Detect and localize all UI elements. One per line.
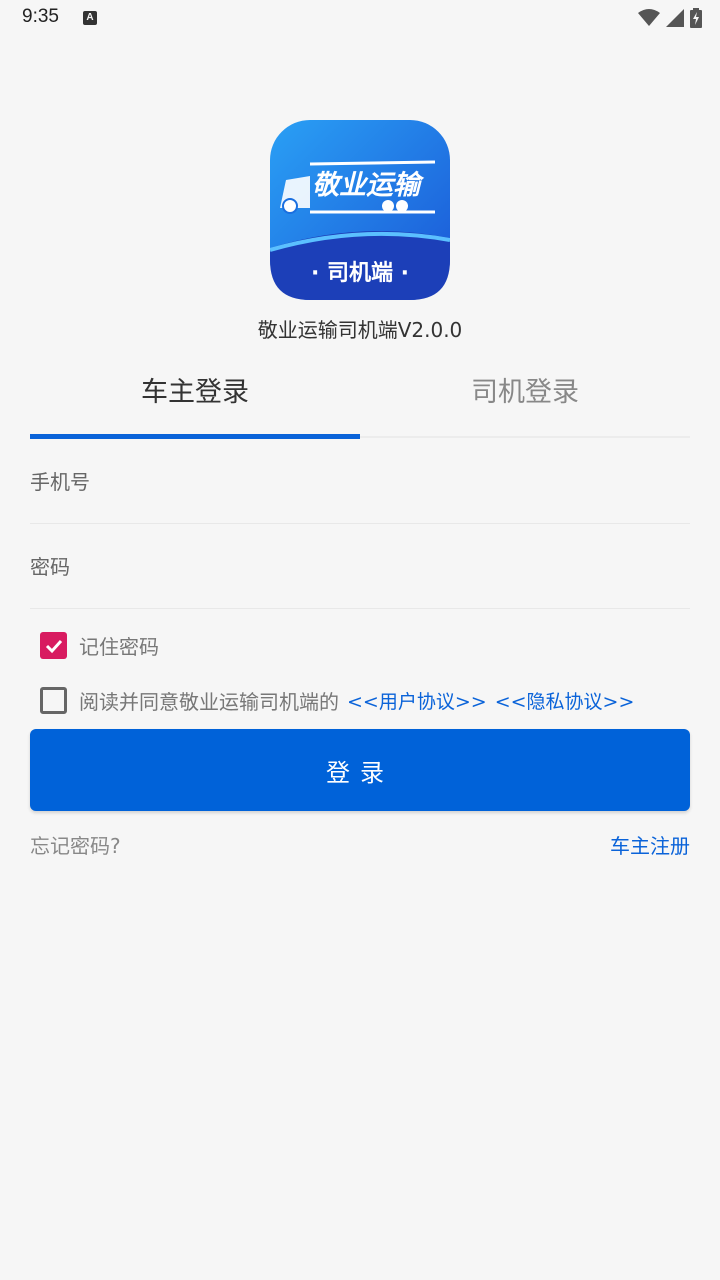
logo-title: 敬业运输 bbox=[312, 170, 425, 201]
logo-subtitle: · 司机端 · bbox=[311, 261, 409, 286]
notification-icon: A bbox=[83, 11, 97, 25]
password-input[interactable] bbox=[30, 525, 690, 608]
wifi-icon bbox=[638, 9, 660, 26]
tab-owner-login[interactable]: 车主登录 bbox=[30, 370, 360, 409]
signal-icon bbox=[666, 9, 684, 27]
remember-password-row[interactable]: 记住密码 bbox=[40, 631, 159, 660]
tab-driver-login[interactable]: 司机登录 bbox=[360, 370, 690, 409]
phone-input[interactable] bbox=[30, 440, 690, 523]
battery-icon bbox=[690, 8, 702, 28]
forgot-password-link[interactable]: 忘记密码? bbox=[30, 830, 121, 859]
checkmark-icon bbox=[45, 639, 62, 653]
status-icons bbox=[638, 8, 702, 28]
password-field bbox=[30, 525, 690, 609]
login-tabs: 车主登录 司机登录 bbox=[30, 360, 690, 440]
agreement-row: 阅读并同意敬业运输司机端的 <<用户协议>> <<隐私协议>> bbox=[40, 686, 634, 715]
remember-password-label: 记住密码 bbox=[79, 635, 159, 659]
status-bar: 9:35 A bbox=[0, 0, 720, 36]
status-time: 9:35 bbox=[22, 6, 59, 27]
tab-indicator bbox=[30, 434, 360, 439]
phone-field bbox=[30, 440, 690, 524]
agreement-checkbox[interactable] bbox=[40, 687, 67, 714]
app-name: 敬业运输司机端V2.0.0 bbox=[257, 318, 463, 342]
user-agreement-link[interactable]: <<用户协议>> bbox=[347, 687, 487, 714]
owner-register-link[interactable]: 车主注册 bbox=[610, 830, 690, 859]
remember-password-checkbox[interactable] bbox=[40, 632, 67, 659]
app-logo: 敬业运输 · 司机端 · bbox=[270, 120, 450, 300]
agreement-label: 阅读并同意敬业运输司机端的 bbox=[79, 690, 339, 714]
login-button[interactable]: 登录 bbox=[30, 729, 690, 811]
privacy-agreement-link[interactable]: <<隐私协议>> bbox=[495, 687, 635, 714]
